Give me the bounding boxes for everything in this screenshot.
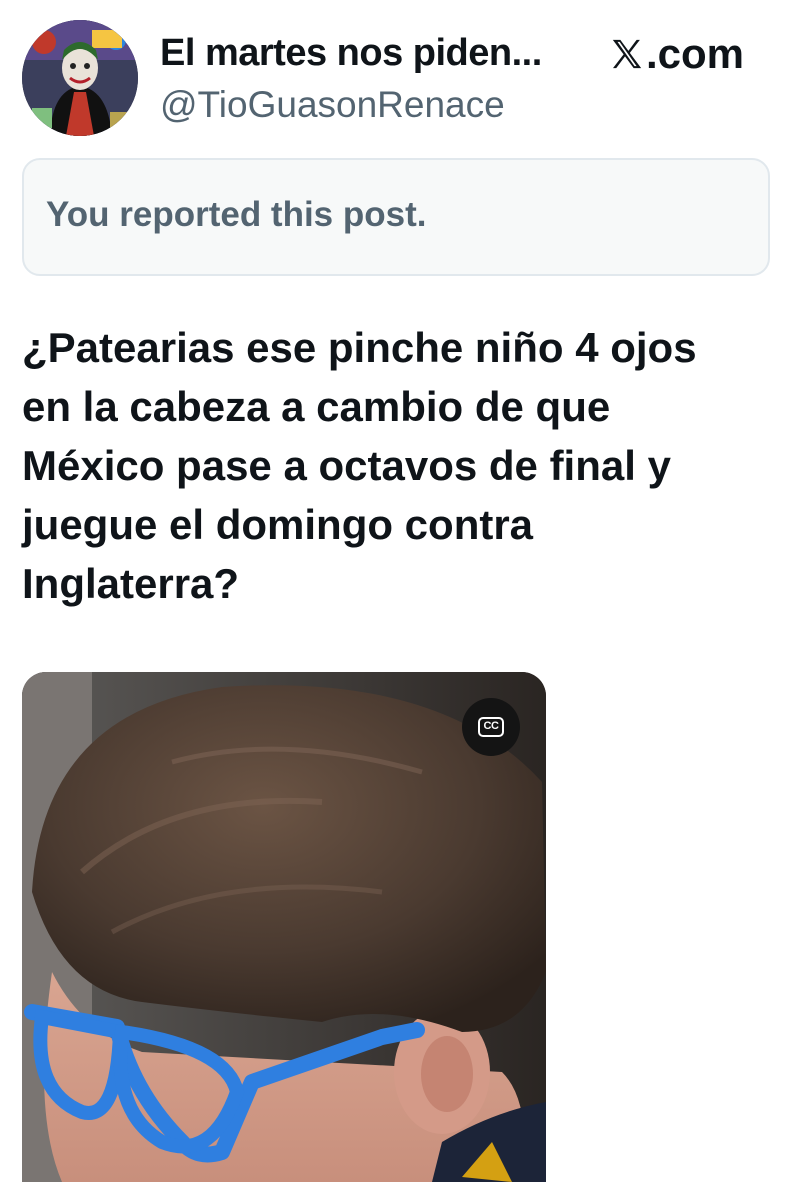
user-handle[interactable]: @TioGuasonRenace (160, 84, 505, 126)
post-text-line: en la cabeza a cambio de que (22, 383, 611, 430)
brand-logo: .com (610, 30, 744, 78)
post-text-line: juegue el domingo contra (22, 501, 534, 548)
avatar[interactable] (22, 20, 138, 136)
closed-captions-icon: CC (478, 717, 504, 737)
post-text: ¿Patearias ese pinche niño 4 ojos en la … (22, 318, 772, 613)
avatar-image (22, 20, 138, 136)
brand-text: .com (645, 30, 744, 77)
post-text-line: ¿Patearias ese pinche niño 4 ojos (22, 324, 697, 371)
post-text-line: México pase a octavos de final y (22, 442, 671, 489)
post-page: El martes nos piden... @TioGuasonRenace … (0, 0, 792, 1200)
x-logo-icon (612, 39, 642, 69)
post-header: El martes nos piden... @TioGuasonRenace … (0, 0, 792, 150)
closed-captions-button[interactable]: CC (462, 698, 520, 756)
post-video[interactable]: CC (22, 672, 546, 1182)
reported-notice-text: You reported this post. (46, 195, 427, 234)
display-name[interactable]: El martes nos piden... (160, 32, 542, 75)
video-frame (22, 672, 546, 1182)
reported-notice: You reported this post. (22, 158, 770, 276)
post-text-line: Inglaterra? (22, 560, 240, 607)
